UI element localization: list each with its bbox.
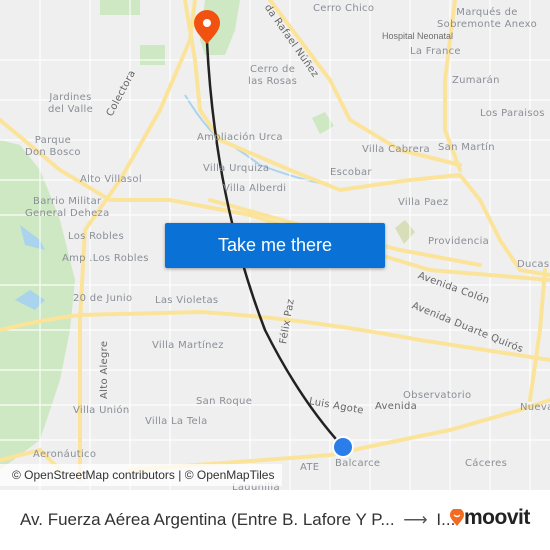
moovit-pin-icon [450, 509, 464, 526]
arrow-right-icon: ⟶ [403, 510, 428, 529]
map-label: Zumarán [452, 75, 500, 86]
map-label: Cerro de las Rosas [248, 64, 298, 87]
map-label: Escobar [330, 167, 372, 178]
map-label: Villa Unión [73, 405, 130, 416]
map-label: Los Robles [68, 231, 125, 242]
map-label: Jardines del Valle [48, 92, 94, 115]
map-label: Villa Urquiza [203, 163, 270, 174]
map-label: Ampliación Urca [197, 132, 283, 143]
moovit-logo[interactable]: moovit [450, 506, 530, 530]
map-label: Cerro Chico [313, 3, 375, 14]
map-label: Aeronáutico [33, 449, 97, 460]
road-label: Avenida [375, 401, 418, 412]
map-label: Villa Martínez [152, 340, 224, 351]
map-label: Ducasse [517, 259, 550, 270]
map-label: Los Paraisos [480, 108, 545, 119]
park-area [140, 45, 165, 65]
map-label: Villa La Tela [145, 416, 208, 427]
footer: Av. Fuerza Aérea Argentina (Entre B. Laf… [0, 490, 550, 550]
map-label: Balcarce [335, 458, 381, 469]
map-label: Cáceres [465, 458, 508, 469]
map-label: San Martín [438, 142, 495, 153]
map-label: Las Violetas [155, 295, 219, 306]
map[interactable]: Cerro Chico Marqués de Sobremonte Anexo … [0, 0, 550, 490]
map-label: Villa Alberdi [223, 183, 287, 194]
map-label: Alto Villasol [80, 174, 142, 185]
map-label: Marqués de Sobremonte Anexo [437, 7, 537, 30]
route-title: Av. Fuerza Aérea Argentina (Entre B. Laf… [20, 510, 455, 530]
brand-name: moovit [464, 506, 530, 529]
map-label: Providencia [428, 236, 490, 247]
road-label: Alto Alegre [99, 340, 110, 399]
map-label: Villa Cabrera [362, 144, 430, 155]
park-area [395, 220, 415, 244]
route-from: Av. Fuerza Aérea Argentina (Entre B. Laf… [20, 510, 395, 529]
map-label: Parque Don Bosco [25, 135, 81, 158]
map-label: La France [410, 46, 461, 57]
park-area [312, 112, 334, 134]
map-label: Barrio Militar General Deheza [25, 196, 110, 219]
map-label: Hospital Neonatal [382, 31, 454, 41]
map-label: Nueva [520, 402, 550, 413]
map-label: San Roque [196, 396, 253, 407]
park-area [100, 0, 140, 15]
map-label: 20 de Junio [73, 293, 133, 304]
map-label: Villa Paez [398, 197, 449, 208]
take-me-there-button[interactable]: Take me there [165, 223, 385, 268]
map-label: Amp .Los Robles [62, 253, 149, 264]
map-label: ATE [300, 462, 320, 473]
map-attribution[interactable]: © OpenStreetMap contributors | © OpenMap… [0, 464, 283, 486]
